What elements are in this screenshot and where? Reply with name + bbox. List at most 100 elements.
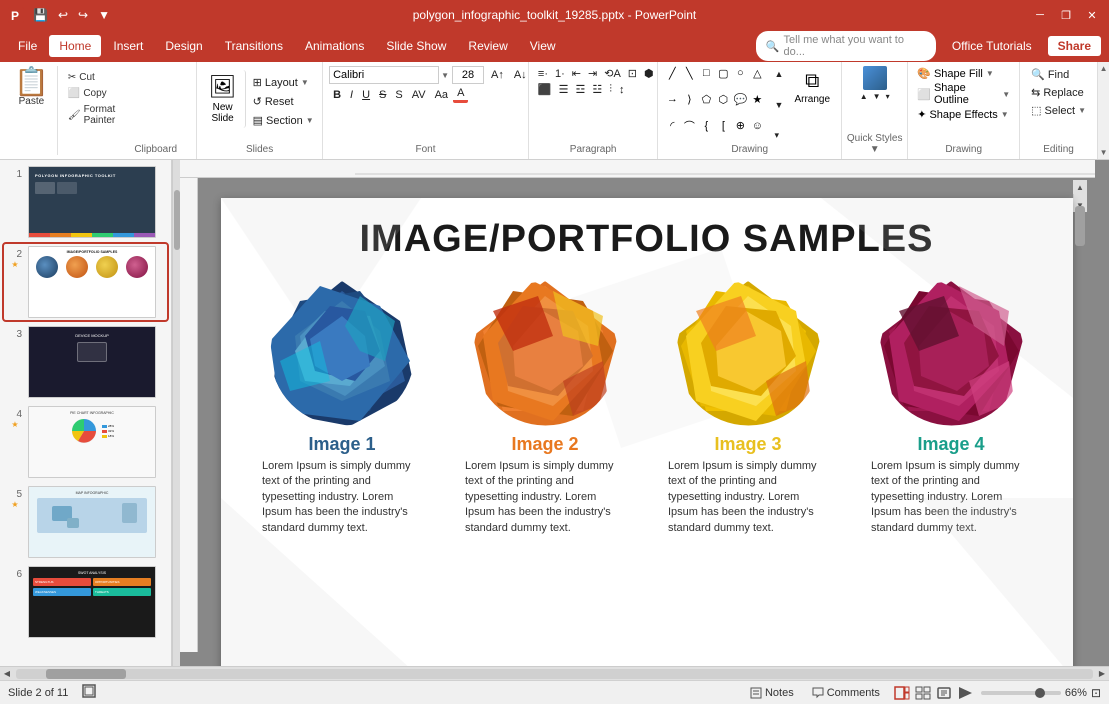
ribbon-scroll[interactable]: ▲ ▼ [1097,62,1109,159]
undo-button[interactable]: ↩ [55,6,71,24]
shape-arrow-right[interactable]: → [664,92,680,106]
menu-transitions[interactable]: Transitions [215,35,293,57]
font-size-input[interactable] [452,66,484,84]
shape-smiley[interactable]: ☺ [749,119,765,133]
ribbon-scroll-down[interactable]: ▼ [1098,146,1109,159]
shapes-scroll-up[interactable]: ▲ [772,68,785,80]
zoom-level[interactable]: 66% [1065,687,1087,699]
format-painter-button[interactable]: 🖌 Format Painter [64,102,119,128]
align-center-button[interactable]: ☰ [556,82,572,97]
bottom-scrollbar[interactable]: ◀ ▶ [0,666,1109,680]
strikethrough-button[interactable]: S [375,88,390,102]
increase-indent-button[interactable]: ⇥ [585,66,600,81]
select-button[interactable]: ⬚ Select ▼ [1026,102,1091,119]
shape-arc[interactable]: ◜ [664,119,680,133]
redo-button[interactable]: ↪ [75,6,91,24]
slide-thumb-2[interactable]: 2 ★ IMAGE/PORTFOLIO SAMPLES [4,244,167,320]
slide-thumb-1[interactable]: 1 POLYGON INFOGRAPHIC TOOLKIT [4,164,167,240]
slide-canvas[interactable]: IMAGE/PORTFOLIO SAMPLES [221,198,1073,666]
underline-button[interactable]: U [358,88,374,102]
bold-button[interactable]: B [329,88,345,102]
minimize-button[interactable]: ─ [1031,6,1049,24]
editor-scrollbar[interactable]: ▲ ▼ [1073,180,1087,212]
qs-down[interactable]: ▼ [871,92,883,101]
menu-insert[interactable]: Insert [103,35,153,57]
share-button[interactable]: Share [1048,36,1101,56]
scroll-up-button[interactable]: ▲ [1073,180,1087,194]
customize-qa-button[interactable]: ▼ [95,6,113,24]
ribbon-scroll-up[interactable]: ▲ [1098,62,1109,75]
align-text-button[interactable]: ⊡ [625,66,640,81]
text-case-button[interactable]: Aa [431,88,452,102]
new-slide-button[interactable]: 🖼 New Slide [201,70,246,128]
shape-outline-button[interactable]: ⬜ Shape Outline ▼ [914,81,1013,107]
menu-view[interactable]: View [520,35,566,57]
office-tutorials-link[interactable]: Office Tutorials [944,35,1040,57]
shape-rect[interactable]: □ [698,66,714,80]
shape-line[interactable]: ╱ [664,66,680,80]
text-direction-button[interactable]: ⟲A [601,66,624,81]
align-left-button[interactable]: ⬛ [535,82,555,97]
font-color-button[interactable]: A [453,86,468,103]
shape-chevron[interactable]: ⟩ [681,92,697,106]
shape-line2[interactable]: ╲ [681,66,697,80]
replace-button[interactable]: ⇆ Replace [1026,84,1091,101]
save-button[interactable]: 💾 [30,6,51,24]
zoom-slider[interactable] [981,691,1061,695]
shape-bracket[interactable]: [ [715,119,731,133]
close-button[interactable]: ✕ [1083,6,1101,24]
reset-button[interactable]: ↺ Reset [248,93,319,110]
fit-page-button[interactable]: ⊡ [1091,686,1101,700]
slide-thumb-4[interactable]: 4 ★ PIE CHART INFOGRAPHIC [4,404,167,480]
slide-panel-scrollbar[interactable] [172,160,180,666]
decrease-indent-button[interactable]: ⇤ [569,66,584,81]
smartart-button[interactable]: ⬢ [641,66,657,81]
shape-brace[interactable]: { [698,119,714,133]
qs-swatch-1[interactable] [863,66,887,90]
section-button[interactable]: ▤ Section ▼ [248,112,319,129]
shape-curve[interactable]: ⌒ [681,119,697,133]
menu-animations[interactable]: Animations [295,35,374,57]
qs-up[interactable]: ▲ [858,92,870,101]
poly-circle-3[interactable] [676,281,821,426]
shadow-button[interactable]: S [391,88,406,102]
line-spacing-button[interactable]: ↕ [616,82,628,97]
comments-button[interactable]: Comments [806,685,886,701]
shape-oval[interactable]: ○ [732,66,748,80]
shape-plus[interactable]: ⊕ [732,119,748,133]
shape-triangle[interactable]: △ [749,66,765,80]
arrange-button[interactable]: ⧉ Arrange [789,66,835,144]
shape-pentagon[interactable]: ⬠ [698,92,714,106]
restore-button[interactable]: ❐ [1057,6,1075,24]
slide-sorter-button[interactable] [913,683,933,703]
poly-circle-2[interactable] [473,281,618,426]
scroll-left-button[interactable]: ◀ [0,667,14,681]
shapes-scroll-down[interactable]: ▼ [772,99,785,111]
columns-button[interactable]: ⫶ [606,82,615,97]
paste-button[interactable]: 📋 Paste [6,66,58,155]
align-right-button[interactable]: ☲ [573,82,589,97]
shapes-more[interactable]: ▾ [772,129,785,142]
slideshow-button[interactable] [955,683,975,703]
cut-button[interactable]: ✂ Cut [64,70,119,85]
shape-effects-button[interactable]: ✦ Shape Effects ▼ [914,107,1013,122]
shape-rounded-rect[interactable]: ▢ [715,66,731,80]
poly-circle-4[interactable] [879,281,1024,426]
menu-file[interactable]: File [8,35,47,57]
layout-button[interactable]: ⊞ Layout ▼ [248,74,319,91]
shape-star[interactable]: ★ [749,92,765,106]
numbering-button[interactable]: 1· [552,66,568,81]
shape-hexagon[interactable]: ⬡ [715,92,731,106]
qs-more[interactable]: ▾ [884,92,892,101]
menu-slideshow[interactable]: Slide Show [376,35,456,57]
font-increase-button[interactable]: A↑ [487,68,508,82]
poly-circle-1[interactable] [270,281,415,426]
justify-button[interactable]: ☳ [589,82,605,97]
slide-thumb-6[interactable]: 6 SWOT ANALYSIS STRENGTHS OPPORTUNITIES … [4,564,167,640]
shape-callout[interactable]: 💬 [732,92,748,106]
copy-button[interactable]: ⬜ Copy [64,86,119,101]
font-name-input[interactable] [329,66,439,84]
reading-view-button[interactable] [934,683,954,703]
slide-thumb-3[interactable]: 3 DEVICE MOCKUP [4,324,167,400]
font-decrease-button[interactable]: A↓ [510,68,531,82]
